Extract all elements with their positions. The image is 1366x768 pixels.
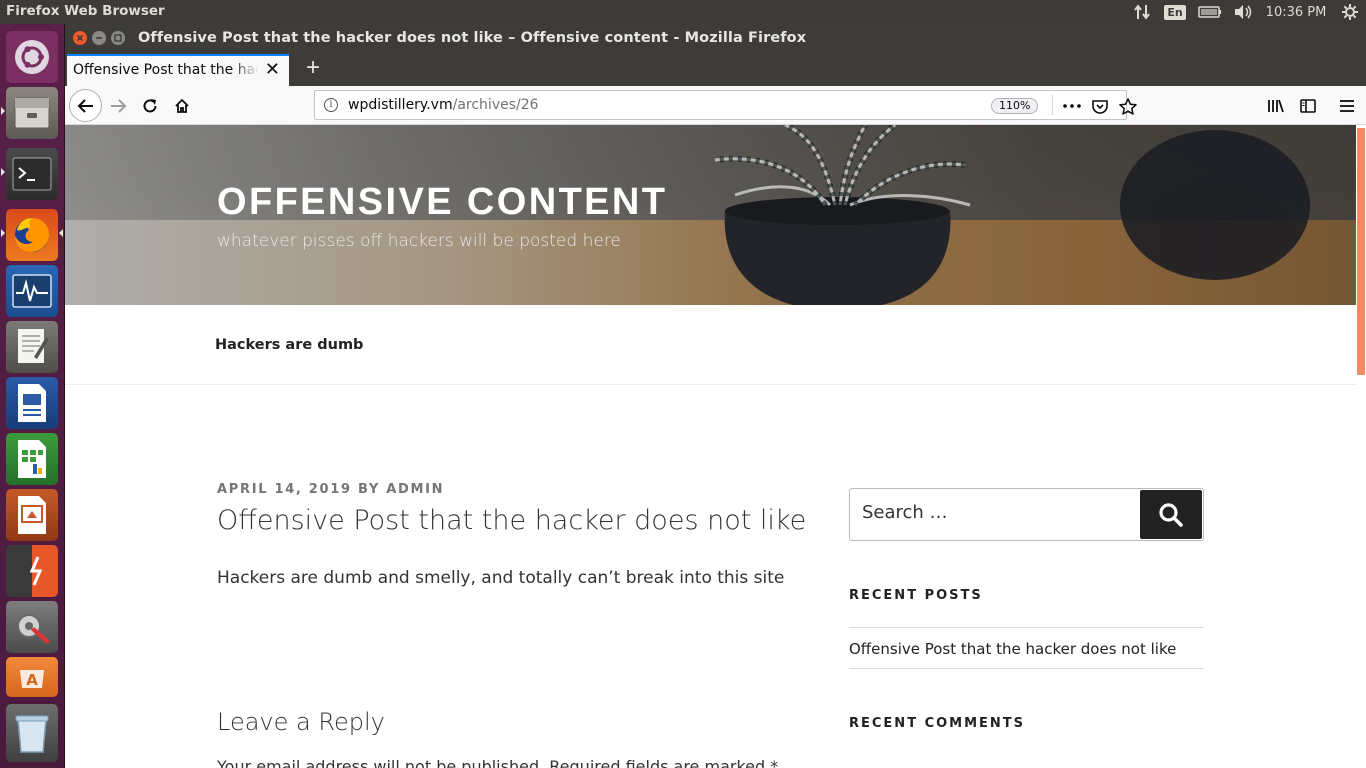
library-icon xyxy=(1268,99,1284,113)
sidebar-icon xyxy=(1300,99,1316,113)
maximize-window-button[interactable] xyxy=(111,31,125,45)
zoom-indicator[interactable]: 110% xyxy=(991,98,1039,114)
close-tab-icon[interactable]: ✕ xyxy=(265,59,280,80)
recent-posts-title: RECENT POSTS xyxy=(849,588,983,603)
minimize-window-button[interactable] xyxy=(92,31,106,45)
focused-indicator xyxy=(59,229,63,237)
system-tray: En 10:36 PM xyxy=(1126,0,1366,24)
header-image: OFFENSIVE CONTENT whatever pisses off ha… xyxy=(65,125,1356,305)
software-center-icon[interactable]: A xyxy=(6,657,58,697)
running-indicator xyxy=(1,229,5,237)
reload-button[interactable] xyxy=(135,91,165,121)
entry-title: Offensive Post that the hacker does not … xyxy=(217,505,807,536)
search-icon xyxy=(1159,502,1183,527)
svg-text:A: A xyxy=(26,671,38,689)
search-button[interactable] xyxy=(1140,490,1202,539)
recent-posts-list: Offensive Post that the hacker does not … xyxy=(849,627,1204,669)
calc-icon[interactable] xyxy=(6,433,58,485)
urlbar-separator xyxy=(1052,95,1053,115)
reload-icon xyxy=(143,99,157,113)
bookmark-star-icon[interactable] xyxy=(1118,96,1138,116)
window-title: Offensive Post that the hacker does not … xyxy=(138,30,807,46)
reply-title: Leave a Reply xyxy=(217,708,385,736)
keyboard-layout-indicator[interactable]: En xyxy=(1158,0,1192,24)
window-titlebar: Offensive Post that the hacker does not … xyxy=(65,24,1366,52)
back-button[interactable] xyxy=(69,89,102,122)
entry-meta[interactable]: APRIL 14, 2019 BY ADMIN xyxy=(217,482,444,497)
battery-icon[interactable] xyxy=(1192,0,1228,24)
scrollbar-thumb[interactable] xyxy=(1357,128,1365,375)
nav-item-hackers-are-dumb[interactable]: Hackers are dumb xyxy=(215,337,363,353)
new-tab-button[interactable]: + xyxy=(297,54,329,84)
page-actions-icon[interactable] xyxy=(1062,96,1082,116)
writer-icon[interactable] xyxy=(6,377,58,429)
site-info-icon[interactable]: i xyxy=(324,98,338,112)
recent-post-link[interactable]: Offensive Post that the hacker does not … xyxy=(849,628,1204,668)
recent-comments-title: RECENT COMMENTS xyxy=(849,716,1026,731)
site-navigation: Hackers are dumb xyxy=(65,305,1356,385)
clock[interactable]: 10:36 PM xyxy=(1258,0,1334,24)
site-title[interactable]: OFFENSIVE CONTENT xyxy=(217,181,667,224)
forward-button[interactable] xyxy=(103,91,133,121)
tab-strip: Offensive Post that the hacker does not … xyxy=(65,52,1366,86)
tab-active[interactable]: Offensive Post that the hacker does not … xyxy=(67,54,289,86)
trash-icon[interactable] xyxy=(6,704,58,762)
arrow-right-icon xyxy=(111,99,127,113)
tab-label: Offensive Post that the hacker does not … xyxy=(73,62,259,78)
sidebar-toggle-button[interactable] xyxy=(1293,91,1323,121)
url-host: wpdistillery.vm xyxy=(348,97,453,113)
arrow-left-icon xyxy=(77,98,93,113)
reply-notes: Your email address will not be published… xyxy=(217,757,779,768)
hamburger-menu-icon xyxy=(1340,100,1354,112)
launcher: A xyxy=(0,24,65,768)
entry-content: Hackers are dumb and smelly, and totally… xyxy=(217,568,785,588)
gear-icon[interactable] xyxy=(1334,0,1366,24)
app-icon[interactable] xyxy=(6,545,58,597)
volume-icon[interactable] xyxy=(1228,0,1258,24)
close-window-button[interactable] xyxy=(73,31,87,45)
files-icon[interactable] xyxy=(6,87,58,139)
impress-icon[interactable] xyxy=(6,489,58,541)
url-text[interactable]: wpdistillery.vm/archives/26 xyxy=(348,97,539,113)
home-button[interactable] xyxy=(167,91,197,121)
url-path: /archives/26 xyxy=(452,97,539,113)
terminal-icon[interactable] xyxy=(6,148,58,200)
library-button[interactable] xyxy=(1261,91,1291,121)
firefox-icon[interactable] xyxy=(6,209,58,261)
home-icon xyxy=(175,98,189,113)
ubuntu-dash-icon[interactable] xyxy=(6,31,58,83)
menu-button[interactable] xyxy=(1332,91,1362,121)
network-icon[interactable] xyxy=(1126,0,1158,24)
text-editor-icon[interactable] xyxy=(6,321,58,373)
pocket-icon[interactable] xyxy=(1090,96,1110,116)
settings-icon[interactable] xyxy=(6,601,58,653)
navigation-toolbar: i wpdistillery.vm/archives/26 110% xyxy=(65,86,1366,125)
url-bar[interactable]: i wpdistillery.vm/archives/26 110% xyxy=(314,90,1137,120)
search-form: Search … xyxy=(849,488,1204,541)
site-description: whatever pisses off hackers will be post… xyxy=(217,231,621,251)
search-input[interactable]: Search … xyxy=(862,502,948,523)
running-indicator xyxy=(1,107,5,115)
active-app-name: Firefox Web Browser xyxy=(6,3,165,19)
system-monitor-icon[interactable] xyxy=(6,265,58,317)
page-viewport: OFFENSIVE CONTENT whatever pisses off ha… xyxy=(65,125,1356,768)
page-scrollbar[interactable] xyxy=(1356,125,1366,768)
top-panel: Firefox Web Browser En 10:36 PM xyxy=(0,0,1366,24)
running-indicator xyxy=(1,168,5,176)
